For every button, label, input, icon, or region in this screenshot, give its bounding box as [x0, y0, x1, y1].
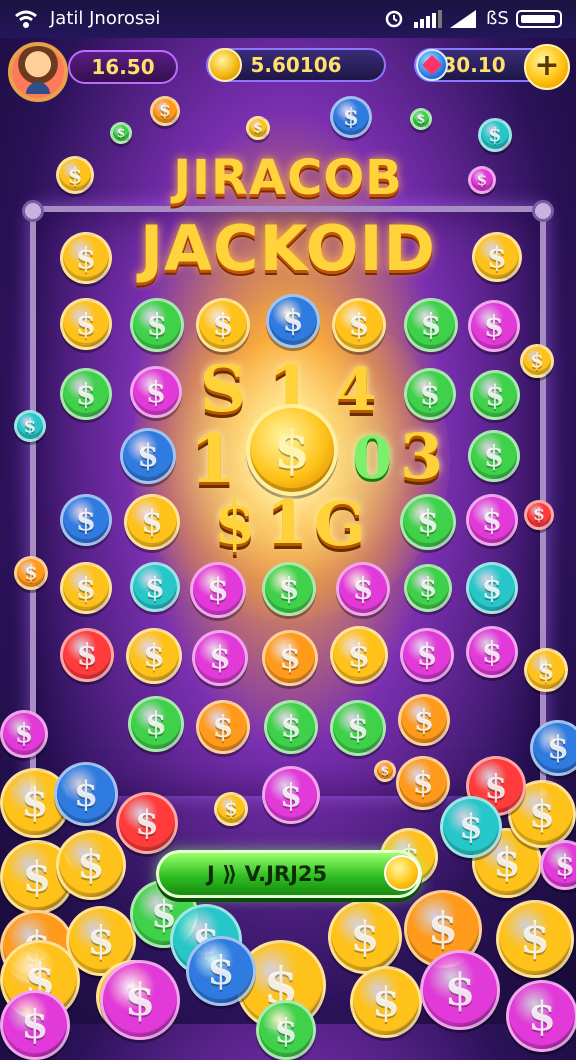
coin-icon [208, 48, 242, 82]
title-line-1: JIRACOB [173, 150, 403, 206]
signal-icon [414, 10, 442, 28]
coin: $ [126, 628, 182, 684]
coin: $ [100, 960, 180, 1040]
coin: $ [524, 500, 554, 530]
coin: $ [330, 700, 386, 756]
coin: $ [468, 300, 520, 352]
coin: $ [14, 410, 46, 442]
coin: $ [262, 766, 320, 824]
wifi-icon [15, 10, 37, 28]
coin: $ [478, 118, 512, 152]
coin: $ [350, 966, 422, 1038]
coin: $ [396, 756, 450, 810]
coin: $ [60, 494, 112, 546]
coin: $ [130, 562, 180, 612]
level-value: 16.50 [91, 55, 155, 79]
coin: $ [246, 116, 270, 140]
coin: $ [214, 792, 248, 826]
coin: $ [466, 562, 518, 614]
coin: $ [404, 368, 456, 420]
coin: $ [60, 368, 112, 420]
jackpot-coin: $ [246, 404, 338, 496]
coin: $ [328, 900, 402, 974]
add-currency-button[interactable]: + [524, 44, 570, 90]
signal-strength-icon [450, 10, 476, 28]
coin: $ [56, 830, 126, 900]
coin: $ [400, 628, 454, 682]
coin: $ [520, 344, 554, 378]
coin: $ [398, 694, 450, 746]
coin: $ [192, 630, 248, 686]
coin: $ [410, 108, 432, 130]
coin: $ [110, 122, 132, 144]
coin: $ [262, 562, 316, 616]
coin: $ [404, 564, 452, 612]
coin: $ [332, 298, 386, 352]
jackpot-digit: 1 [266, 488, 308, 558]
collect-coin-icon [384, 855, 420, 891]
coin: $ [0, 990, 70, 1060]
jackpot-digit: G [314, 490, 366, 560]
carrier-name: Jatil Jnorosəi [50, 8, 161, 29]
coin: $ [130, 298, 184, 352]
coin: $ [524, 648, 568, 692]
coin: $ [440, 796, 502, 858]
coin: $ [60, 628, 114, 682]
battery-icon [516, 10, 562, 28]
coin: $ [266, 294, 320, 348]
coin: $ [496, 900, 574, 978]
gem-balance-value: 30.10 [442, 53, 506, 77]
coin-balance-value: 5.60106 [250, 53, 342, 77]
coin: $ [404, 298, 458, 352]
coin: $ [186, 936, 256, 1006]
coin: $ [0, 710, 48, 758]
coin: $ [120, 428, 176, 484]
coin: $ [54, 762, 118, 826]
coin: $ [468, 430, 520, 482]
coin: $ [130, 366, 182, 418]
jackpot-digit: 1 [190, 420, 236, 498]
coin: $ [150, 96, 180, 126]
coin: $ [60, 562, 112, 614]
coin: $ [60, 298, 112, 350]
coin: $ [470, 370, 520, 420]
coin: $ [196, 700, 250, 754]
level-counter: 16.50 [68, 50, 178, 84]
coin: $ [256, 1000, 316, 1060]
status-bar: Jatil Jnorosəi ßS [0, 0, 576, 38]
coin: $ [374, 760, 396, 782]
coin: $ [124, 494, 180, 550]
coin: $ [330, 626, 388, 684]
coin: $ [128, 696, 184, 752]
collect-button-label: J ⟫ V.JRJ25 [207, 862, 328, 886]
coin: $ [264, 700, 318, 754]
coin: $ [116, 792, 178, 854]
coin: $ [466, 494, 518, 546]
status-text: ßS [486, 8, 509, 29]
coin: $ [506, 980, 576, 1052]
coin: $ [420, 950, 500, 1030]
player-avatar[interactable] [8, 42, 68, 102]
coin: $ [330, 96, 372, 138]
coin: $ [196, 298, 250, 352]
jackpot-digit: S [200, 352, 247, 427]
jackpot-digit: 4 [336, 356, 377, 424]
title-line-2: JACKOID [139, 212, 437, 285]
coin: $ [14, 556, 48, 590]
alarm-icon [385, 10, 403, 28]
coin: $ [262, 630, 318, 686]
coin: $ [190, 562, 246, 618]
coin: $ [336, 562, 390, 616]
gem-icon [416, 49, 448, 81]
coin: $ [466, 626, 518, 678]
collect-button[interactable]: J ⟫ V.JRJ25 [156, 850, 422, 898]
coin: $ [400, 494, 456, 550]
jackpot-digit: 3 [400, 420, 444, 493]
coin: $ [540, 840, 576, 890]
jackpot-digit: $ [214, 488, 256, 558]
jackpot-digit: 0 [352, 424, 393, 492]
